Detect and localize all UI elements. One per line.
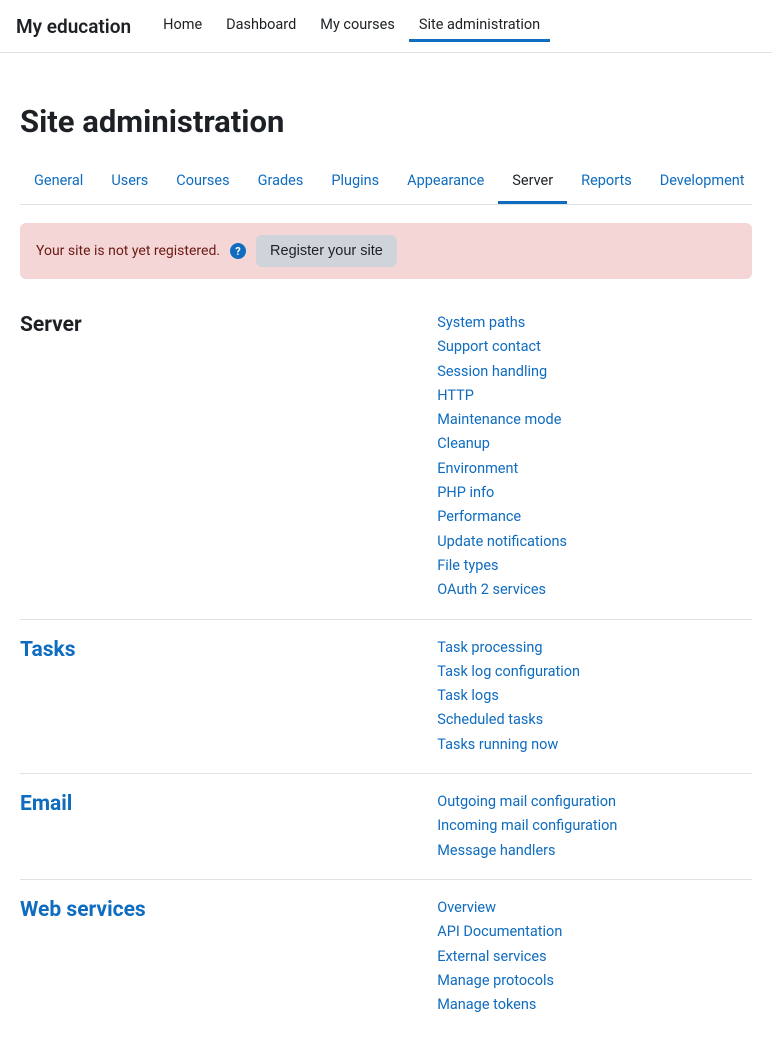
section-web-services: Web servicesOverview API Documentation Ext…	[20, 880, 752, 1033]
main-container: Site administration GeneralUsersCoursesG…	[6, 53, 766, 1063]
registration-alert: Your site is not yet registered. ? Regis…	[20, 223, 752, 279]
link-system-paths[interactable]: System paths	[437, 313, 752, 333]
link-session-handling[interactable]: Session handling	[437, 362, 752, 382]
primary-nav: HomeDashboardMy coursesSite administrati…	[153, 10, 550, 42]
link-manage-tokens[interactable]: Manage tokens	[437, 995, 752, 1015]
link-api-documentation[interactable]: API Documentation	[437, 922, 752, 942]
link-overview[interactable]: Overview	[437, 898, 752, 918]
page-title: Site administration	[20, 103, 752, 140]
link-external-services[interactable]: External services	[437, 947, 752, 967]
register-site-button[interactable]: Register your site	[256, 235, 397, 267]
link-incoming-mail-configuration[interactable]: Incoming mail configuration	[437, 816, 752, 836]
section-email: EmailOutgoing mail configuration Incoming…	[20, 774, 752, 880]
link-php-info[interactable]: PHP info	[437, 483, 752, 503]
tab-server[interactable]: Server	[498, 160, 567, 204]
tab-grades[interactable]: Grades	[244, 160, 318, 204]
link-task-logs[interactable]: Task logs	[437, 686, 752, 706]
top-bar: My education HomeDashboardMy coursesSite…	[0, 0, 772, 53]
tab-reports[interactable]: Reports	[567, 160, 646, 204]
tab-plugins[interactable]: Plugins	[317, 160, 393, 204]
tab-development[interactable]: Development	[646, 160, 759, 204]
section-title-email[interactable]: Email	[20, 792, 437, 861]
link-outgoing-mail-configuration[interactable]: Outgoing mail configuration	[437, 792, 752, 812]
link-support-contact[interactable]: Support contact	[437, 337, 752, 357]
link-maintenance-mode[interactable]: Maintenance mode	[437, 410, 752, 430]
tab-courses[interactable]: Courses	[162, 160, 243, 204]
link-task-log-configuration[interactable]: Task log configuration	[437, 662, 752, 682]
tab-appearance[interactable]: Appearance	[393, 160, 498, 204]
section-title-tasks[interactable]: Tasks	[20, 638, 437, 755]
sections-wrapper: ServerSystem paths Support contact Session…	[20, 295, 752, 1033]
link-environment[interactable]: Environment	[437, 459, 752, 479]
section-links: Outgoing mail configuration Incoming mail…	[437, 792, 752, 861]
link-performance[interactable]: Performance	[437, 507, 752, 527]
link-cleanup[interactable]: Cleanup	[437, 434, 752, 454]
nav-home[interactable]: Home	[153, 10, 212, 42]
section-title-web-services[interactable]: Web services	[20, 898, 437, 1015]
link-file-types[interactable]: File types	[437, 556, 752, 576]
site-brand[interactable]: My education	[16, 15, 131, 38]
admin-tabs: GeneralUsersCoursesGradesPluginsAppearan…	[20, 160, 752, 205]
section-links: System paths Support contact Session handl…	[437, 313, 752, 601]
alert-text: Your site is not yet registered.	[36, 243, 220, 259]
nav-site-administration[interactable]: Site administration	[409, 10, 550, 42]
link-task-processing[interactable]: Task processing	[437, 638, 752, 658]
nav-dashboard[interactable]: Dashboard	[216, 10, 306, 42]
link-manage-protocols[interactable]: Manage protocols	[437, 971, 752, 991]
link-scheduled-tasks[interactable]: Scheduled tasks	[437, 710, 752, 730]
link-http[interactable]: HTTP	[437, 386, 752, 406]
section-links: Task processing Task log configuration Tas…	[437, 638, 752, 755]
section-server: ServerSystem paths Support contact Session…	[20, 295, 752, 620]
tab-users[interactable]: Users	[97, 160, 162, 204]
link-tasks-running-now[interactable]: Tasks running now	[437, 735, 752, 755]
link-update-notifications[interactable]: Update notifications	[437, 532, 752, 552]
link-message-handlers[interactable]: Message handlers	[437, 841, 752, 861]
tab-general[interactable]: General	[20, 160, 97, 204]
nav-my-courses[interactable]: My courses	[310, 10, 405, 42]
section-links: Overview API Documentation External servic…	[437, 898, 752, 1015]
link-oauth-2-services[interactable]: OAuth 2 services	[437, 580, 752, 600]
help-icon[interactable]: ?	[230, 243, 246, 259]
section-title-server: Server	[20, 313, 437, 601]
section-tasks: TasksTask processing Task log configurati…	[20, 620, 752, 774]
